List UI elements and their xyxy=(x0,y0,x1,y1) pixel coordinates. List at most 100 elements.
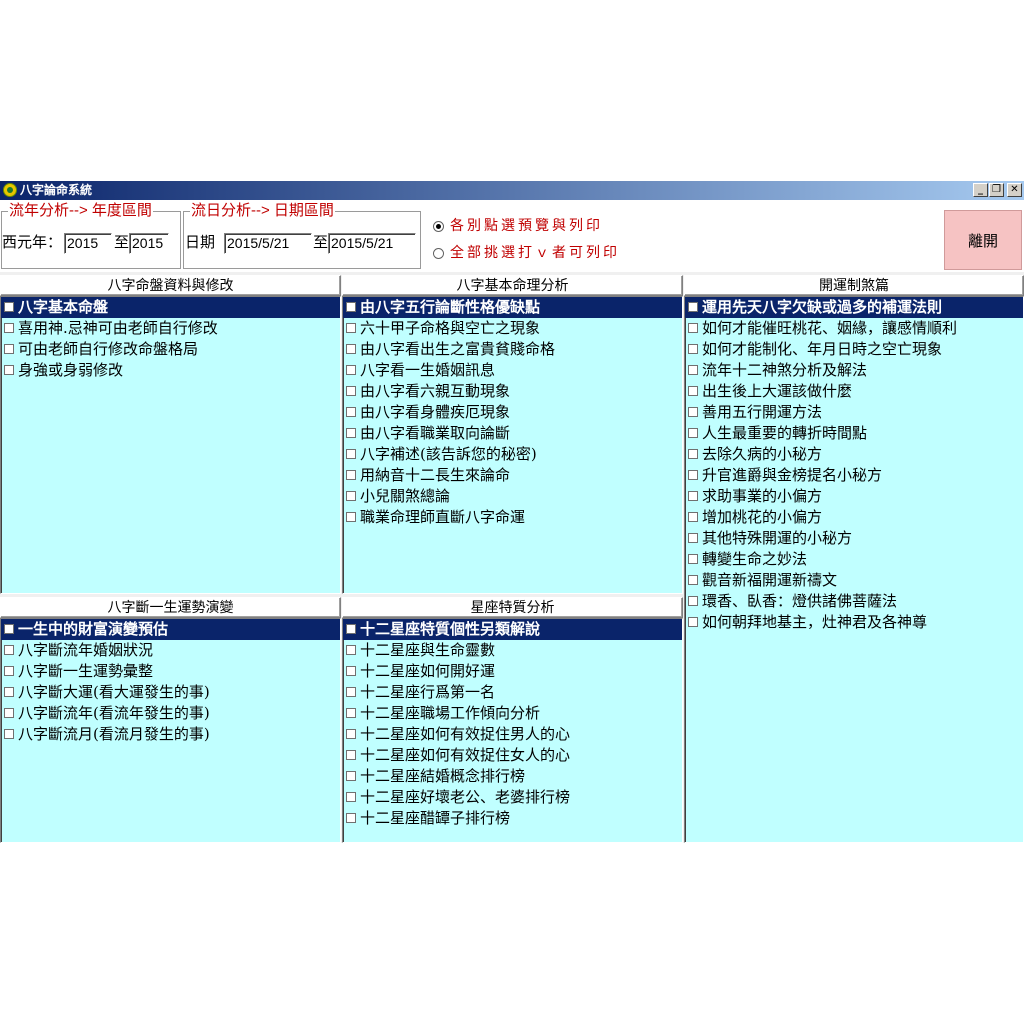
list-item[interactable]: 求助事業的小偏方 xyxy=(685,486,1023,507)
checkbox[interactable] xyxy=(346,792,356,802)
checkbox[interactable] xyxy=(346,708,356,718)
checkbox[interactable] xyxy=(346,344,356,354)
panel-list-luck-remedy[interactable]: 運用先天八字欠缺或過多的補運法則 如何才能催旺桃花、姻緣，讓感情順利 如何才能制化、… xyxy=(684,296,1024,843)
checkbox[interactable] xyxy=(688,302,698,312)
checkbox[interactable] xyxy=(346,813,356,823)
list-item[interactable]: 由八字看六親互動現象 xyxy=(343,381,682,402)
checkbox[interactable] xyxy=(346,407,356,417)
checkbox[interactable] xyxy=(346,449,356,459)
checkbox[interactable] xyxy=(688,323,698,333)
list-item[interactable]: 十二星座如何開好運 xyxy=(343,661,682,682)
date-from-input[interactable]: 2015/5/21 xyxy=(224,233,312,254)
close-button[interactable]: ✕ xyxy=(1007,183,1022,197)
list-item[interactable]: 八字補述(該告訴您的秘密) xyxy=(343,444,682,465)
checkbox[interactable] xyxy=(688,344,698,354)
checkbox[interactable] xyxy=(4,687,14,697)
checkbox[interactable] xyxy=(688,449,698,459)
checkbox[interactable] xyxy=(4,344,14,354)
list-item[interactable]: 運用先天八字欠缺或過多的補運法則 xyxy=(685,297,1023,318)
checkbox[interactable] xyxy=(4,365,14,375)
checkbox[interactable] xyxy=(688,533,698,543)
list-item[interactable]: 十二星座結婚概念排行榜 xyxy=(343,766,682,787)
checkbox[interactable] xyxy=(346,771,356,781)
list-item[interactable]: 增加桃花的小偏方 xyxy=(685,507,1023,528)
list-item[interactable]: 流年十二神煞分析及解法 xyxy=(685,360,1023,381)
list-item[interactable]: 八字斷大運(看大運發生的事) xyxy=(1,682,340,703)
list-item[interactable]: 喜用神.忌神可由老師自行修改 xyxy=(1,318,340,339)
radio-preview-print[interactable]: 各別點選預覽與列印 xyxy=(433,217,603,235)
list-item[interactable]: 其他特殊開運的小秘方 xyxy=(685,528,1023,549)
checkbox[interactable] xyxy=(688,386,698,396)
panel-list-life-fortune[interactable]: 一生中的財富演變預估 八字斷流年婚姻狀況 八字斷一生運勢彙整 八字斷大運(看大運發生的… xyxy=(0,618,341,843)
checkbox[interactable] xyxy=(4,302,14,312)
list-item[interactable]: 十二星座如何有效捉住男人的心 xyxy=(343,724,682,745)
list-item[interactable]: 八字基本命盤 xyxy=(1,297,340,318)
list-item[interactable]: 八字斷流年(看流年發生的事) xyxy=(1,703,340,724)
list-item[interactable]: 如何才能催旺桃花、姻緣，讓感情順利 xyxy=(685,318,1023,339)
checkbox[interactable] xyxy=(346,386,356,396)
checkbox[interactable] xyxy=(4,624,14,634)
list-item[interactable]: 如何才能制化、年月日時之空亡現象 xyxy=(685,339,1023,360)
checkbox[interactable] xyxy=(346,365,356,375)
year-to-input[interactable]: 2015 xyxy=(129,233,169,254)
checkbox[interactable] xyxy=(4,708,14,718)
checkbox[interactable] xyxy=(4,729,14,739)
panel-list-basic-analysis[interactable]: 由八字五行論斷性格優缺點 六十甲子命格與空亡之現象 由八字看出生之富貴貧賤命格 八字看… xyxy=(342,296,683,594)
checkbox[interactable] xyxy=(688,470,698,480)
list-item[interactable]: 善用五行開運方法 xyxy=(685,402,1023,423)
list-item[interactable]: 由八字看身體疾厄現象 xyxy=(343,402,682,423)
list-item[interactable]: 六十甲子命格與空亡之現象 xyxy=(343,318,682,339)
checkbox[interactable] xyxy=(688,365,698,375)
list-item[interactable]: 去除久病的小秘方 xyxy=(685,444,1023,465)
checkbox[interactable] xyxy=(346,302,356,312)
restore-button[interactable]: ❐ xyxy=(989,183,1004,197)
checkbox[interactable] xyxy=(346,645,356,655)
panel-list-zodiac[interactable]: 十二星座特質個性另類解說 十二星座與生命靈數 十二星座如何開好運 十二星座行爲第一名十… xyxy=(342,618,683,843)
list-item[interactable]: 由八字五行論斷性格優缺點 xyxy=(343,297,682,318)
list-item[interactable]: 轉變生命之妙法 xyxy=(685,549,1023,570)
checkbox[interactable] xyxy=(346,666,356,676)
list-item[interactable]: 職業命理師直斷八字命運 xyxy=(343,507,682,528)
list-item[interactable]: 升官進爵與金榜提名小秘方 xyxy=(685,465,1023,486)
checkbox[interactable] xyxy=(688,596,698,606)
checkbox[interactable] xyxy=(346,750,356,760)
panel-list-chart-data[interactable]: 八字基本命盤 喜用神.忌神可由老師自行修改 可由老師自行修改命盤格局 身強或身弱修改 xyxy=(0,296,341,594)
checkbox[interactable] xyxy=(4,323,14,333)
list-item[interactable]: 用納音十二長生來論命 xyxy=(343,465,682,486)
list-item[interactable]: 小兒關煞總論 xyxy=(343,486,682,507)
list-item[interactable]: 一生中的財富演變預估 xyxy=(1,619,340,640)
checkbox[interactable] xyxy=(346,512,356,522)
list-item[interactable]: 十二星座特質個性另類解說 xyxy=(343,619,682,640)
list-item[interactable]: 十二星座好壞老公、老婆排行榜 xyxy=(343,787,682,808)
list-item[interactable]: 出生後上大運該做什麼 xyxy=(685,381,1023,402)
checkbox[interactable] xyxy=(346,729,356,739)
checkbox[interactable] xyxy=(688,575,698,585)
checkbox[interactable] xyxy=(346,470,356,480)
checkbox[interactable] xyxy=(688,512,698,522)
checkbox[interactable] xyxy=(346,491,356,501)
list-item[interactable]: 身強或身弱修改 xyxy=(1,360,340,381)
checkbox[interactable] xyxy=(688,554,698,564)
checkbox[interactable] xyxy=(346,428,356,438)
checkbox[interactable] xyxy=(688,491,698,501)
checkbox[interactable] xyxy=(346,323,356,333)
checkbox[interactable] xyxy=(688,428,698,438)
list-item[interactable]: 八字斷流年婚姻狀況 xyxy=(1,640,340,661)
checkbox[interactable] xyxy=(4,645,14,655)
checkbox[interactable] xyxy=(4,666,14,676)
list-item[interactable]: 十二星座與生命靈數 xyxy=(343,640,682,661)
date-to-input[interactable]: 2015/5/21 xyxy=(328,233,416,254)
list-item[interactable]: 觀音新福開運新禱文 xyxy=(685,570,1023,591)
exit-button[interactable]: 離開 xyxy=(944,210,1022,270)
list-item[interactable]: 由八字看出生之富貴貧賤命格 xyxy=(343,339,682,360)
list-item[interactable]: 八字斷流月(看流月發生的事) xyxy=(1,724,340,745)
list-item[interactable]: 由八字看職業取向論斷 xyxy=(343,423,682,444)
list-item[interactable]: 八字看一生婚姻訊息 xyxy=(343,360,682,381)
list-item[interactable]: 十二星座職場工作傾向分析 xyxy=(343,703,682,724)
list-item[interactable]: 十二星座行爲第一名 xyxy=(343,682,682,703)
minimize-button[interactable]: _ xyxy=(973,183,988,197)
list-item[interactable]: 如何朝拜地基主，灶神君及各神尊 xyxy=(685,612,1023,633)
list-item[interactable]: 十二星座醋罈子排行榜 xyxy=(343,808,682,829)
checkbox[interactable] xyxy=(346,624,356,634)
checkbox[interactable] xyxy=(688,617,698,627)
